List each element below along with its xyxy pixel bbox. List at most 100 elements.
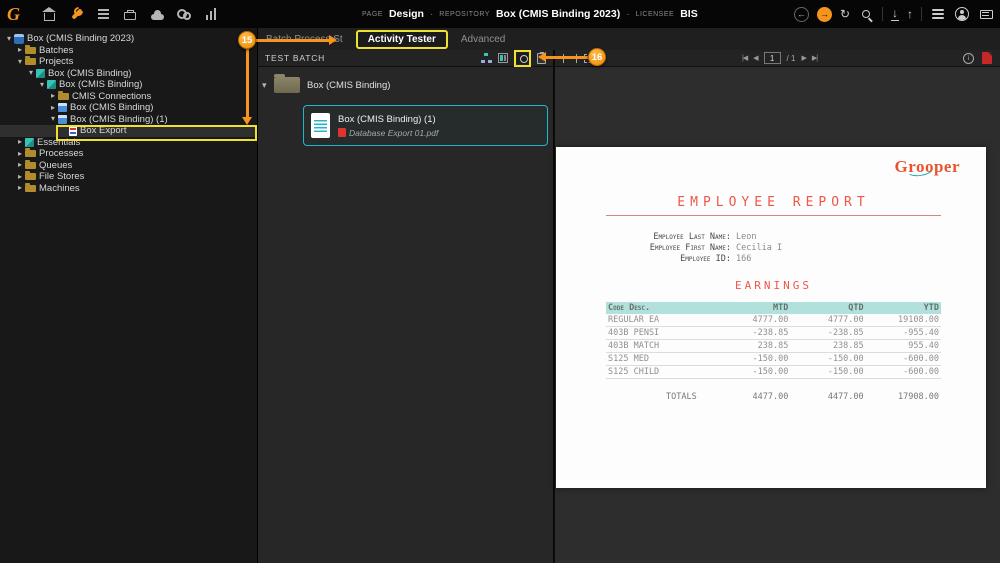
document-content: EMPLOYEE REPORT Employee Last Name: Leon…	[606, 147, 941, 403]
expander-icon[interactable]: ▸	[15, 138, 25, 146]
table-cell: -150.00	[752, 367, 789, 377]
design-wrench-icon[interactable]	[68, 6, 84, 22]
tree-item-project-box[interactable]: ▾ Box (CMIS Binding)	[0, 68, 257, 80]
batches-icon[interactable]	[95, 6, 111, 22]
table-row: S125 CHILD -150.00 -150.00 -600.00	[606, 366, 941, 379]
last-page-button[interactable]: ▶|	[812, 55, 818, 62]
expander-icon[interactable]: ▸	[15, 149, 25, 158]
pager: |◀ ◀ / 1 ▶ ▶|	[603, 52, 956, 64]
table-cell: -600.00	[903, 367, 939, 377]
tree-item-cmis-connections[interactable]: ▸ CMIS Connections	[0, 90, 257, 103]
document-viewer-panel: |◀ ◀ / 1 ▶ ▶| i Grooper	[555, 50, 1000, 563]
tree-item-projects[interactable]: ▾ Projects	[0, 56, 257, 68]
page-value[interactable]: Design	[389, 8, 424, 20]
expander-icon[interactable]: ▸	[15, 161, 25, 169]
machines-icon[interactable]	[176, 6, 192, 22]
stats-icon[interactable]	[203, 6, 219, 22]
document-page[interactable]: Grooper EMPLOYEE REPORT Employee Last Na…	[556, 147, 986, 488]
batch-folder-row[interactable]: ▾ Box (CMIS Binding)	[262, 74, 391, 93]
page-number-input[interactable]	[763, 52, 781, 64]
table-cell: 403B PENSI	[608, 328, 660, 338]
license-card-icon[interactable]	[978, 6, 994, 22]
back-button[interactable]: ←	[793, 6, 809, 22]
table-row: S125 MED -150.00 -150.00 -600.00	[606, 353, 941, 366]
info-icon[interactable]: i	[963, 52, 974, 64]
tab-activity-tester[interactable]: Activity Tester	[355, 29, 448, 49]
layers-icon[interactable]	[930, 6, 946, 22]
tab-advanced[interactable]: Advanced	[461, 34, 505, 45]
forward-button[interactable]: →	[816, 6, 832, 22]
field-label: Employee ID:	[680, 254, 731, 264]
table-cell: -150.00	[752, 354, 789, 364]
first-page-button[interactable]: |◀	[742, 55, 748, 62]
table-cell: 955.40	[908, 341, 939, 351]
expander-icon[interactable]: ▾	[48, 115, 58, 123]
document-title: EMPLOYEE REPORT	[677, 195, 870, 210]
display-toggle-icon[interactable]	[517, 52, 528, 64]
tree-item-label: Processes	[39, 148, 84, 160]
grooper-logo: G	[7, 3, 20, 24]
field-label: Employee First Name:	[649, 243, 731, 253]
prev-page-button[interactable]: ◀	[753, 55, 758, 62]
search-icon[interactable]	[858, 6, 874, 22]
table-header: QTD	[848, 303, 864, 313]
expander-icon[interactable]: ▾	[262, 80, 274, 91]
folder-icon	[25, 56, 36, 66]
tree-item-label: Batches	[39, 44, 74, 56]
tree-item-label: Box (CMIS Binding)	[59, 79, 143, 91]
download-button[interactable]: ↓	[891, 7, 899, 21]
hierarchy-view-icon[interactable]	[481, 53, 492, 63]
tree-item-box-binding[interactable]: ▾ Box (CMIS Binding)	[0, 79, 257, 91]
tree-item-label: Projects	[39, 56, 74, 68]
expander-icon[interactable]: ▸	[15, 46, 25, 54]
tree-item-label: Queues	[39, 159, 73, 171]
refresh-button[interactable]: ↻	[840, 8, 850, 20]
home-icon[interactable]	[41, 6, 57, 22]
expander-icon[interactable]: ▾	[4, 34, 14, 43]
tree-item-box-binding-2[interactable]: ▸ Box (CMIS Binding)	[0, 102, 257, 114]
tree-item-label: Box (CMIS Binding)	[48, 67, 132, 79]
expander-icon[interactable]: ▾	[15, 57, 25, 66]
expander-icon[interactable]: ▸	[48, 92, 58, 100]
repository-value[interactable]: Box (CMIS Binding 2023)	[496, 8, 620, 20]
batch-folder-label: Box (CMIS Binding)	[307, 79, 391, 91]
column-view-icon[interactable]	[498, 53, 508, 63]
account-icon[interactable]	[954, 6, 970, 22]
totals-value: 4477.00	[752, 392, 789, 402]
test-batch-title: TEST BATCH	[265, 53, 326, 63]
test-batch-panel: TEST BATCH ▾ Box (CMIS Binding) Box (CMI…	[258, 49, 555, 563]
tree-item-processes[interactable]: ▸ Processes	[0, 148, 257, 160]
viewer-right-tools: i	[963, 52, 992, 64]
expander-icon[interactable]: ▾	[37, 80, 47, 89]
tree-item-machines[interactable]: ▸ Machines	[0, 182, 257, 195]
essentials-icon	[25, 137, 34, 147]
batch-folder-icon	[274, 74, 300, 93]
table-cell: S125 CHILD	[608, 367, 660, 377]
tree-item-label: Box (CMIS Binding) (1)	[70, 113, 168, 125]
folder-icon	[25, 159, 36, 169]
title-underline	[606, 215, 941, 216]
document-icon	[311, 113, 330, 138]
projects-icon[interactable]	[122, 6, 138, 22]
cloud-icon[interactable]	[149, 6, 165, 22]
expander-icon[interactable]: ▸	[15, 184, 25, 192]
tree-item-box-binding-1[interactable]: ▾ Box (CMIS Binding) (1)	[0, 114, 257, 126]
pdf-export-icon[interactable]	[982, 52, 992, 64]
table-cell: -150.00	[827, 367, 864, 377]
callout-15-arrow-down	[242, 49, 252, 125]
earnings-title: EARNINGS	[735, 279, 812, 292]
tree-item-label: File Stores	[39, 171, 85, 183]
table-cell: -600.00	[903, 354, 939, 364]
expander-icon[interactable]: ▾	[26, 69, 36, 77]
field-label: Employee Last Name:	[653, 232, 731, 242]
batch-document-card[interactable]: Box (CMIS Binding) (1) Database Export 0…	[303, 105, 548, 146]
next-page-button[interactable]: ▶	[801, 55, 806, 62]
tree-item-queues[interactable]: ▸ Queues	[0, 159, 257, 172]
tree-item-batches[interactable]: ▸ Batches	[0, 44, 257, 57]
toolbar-divider	[921, 7, 922, 21]
tree-item-root[interactable]: ▾ Box (CMIS Binding 2023)	[0, 33, 257, 45]
expander-icon[interactable]: ▸	[48, 103, 58, 112]
upload-button[interactable]: ↑	[907, 8, 913, 20]
expander-icon[interactable]: ▸	[15, 172, 25, 181]
tree-item-file-stores[interactable]: ▸ File Stores	[0, 171, 257, 183]
